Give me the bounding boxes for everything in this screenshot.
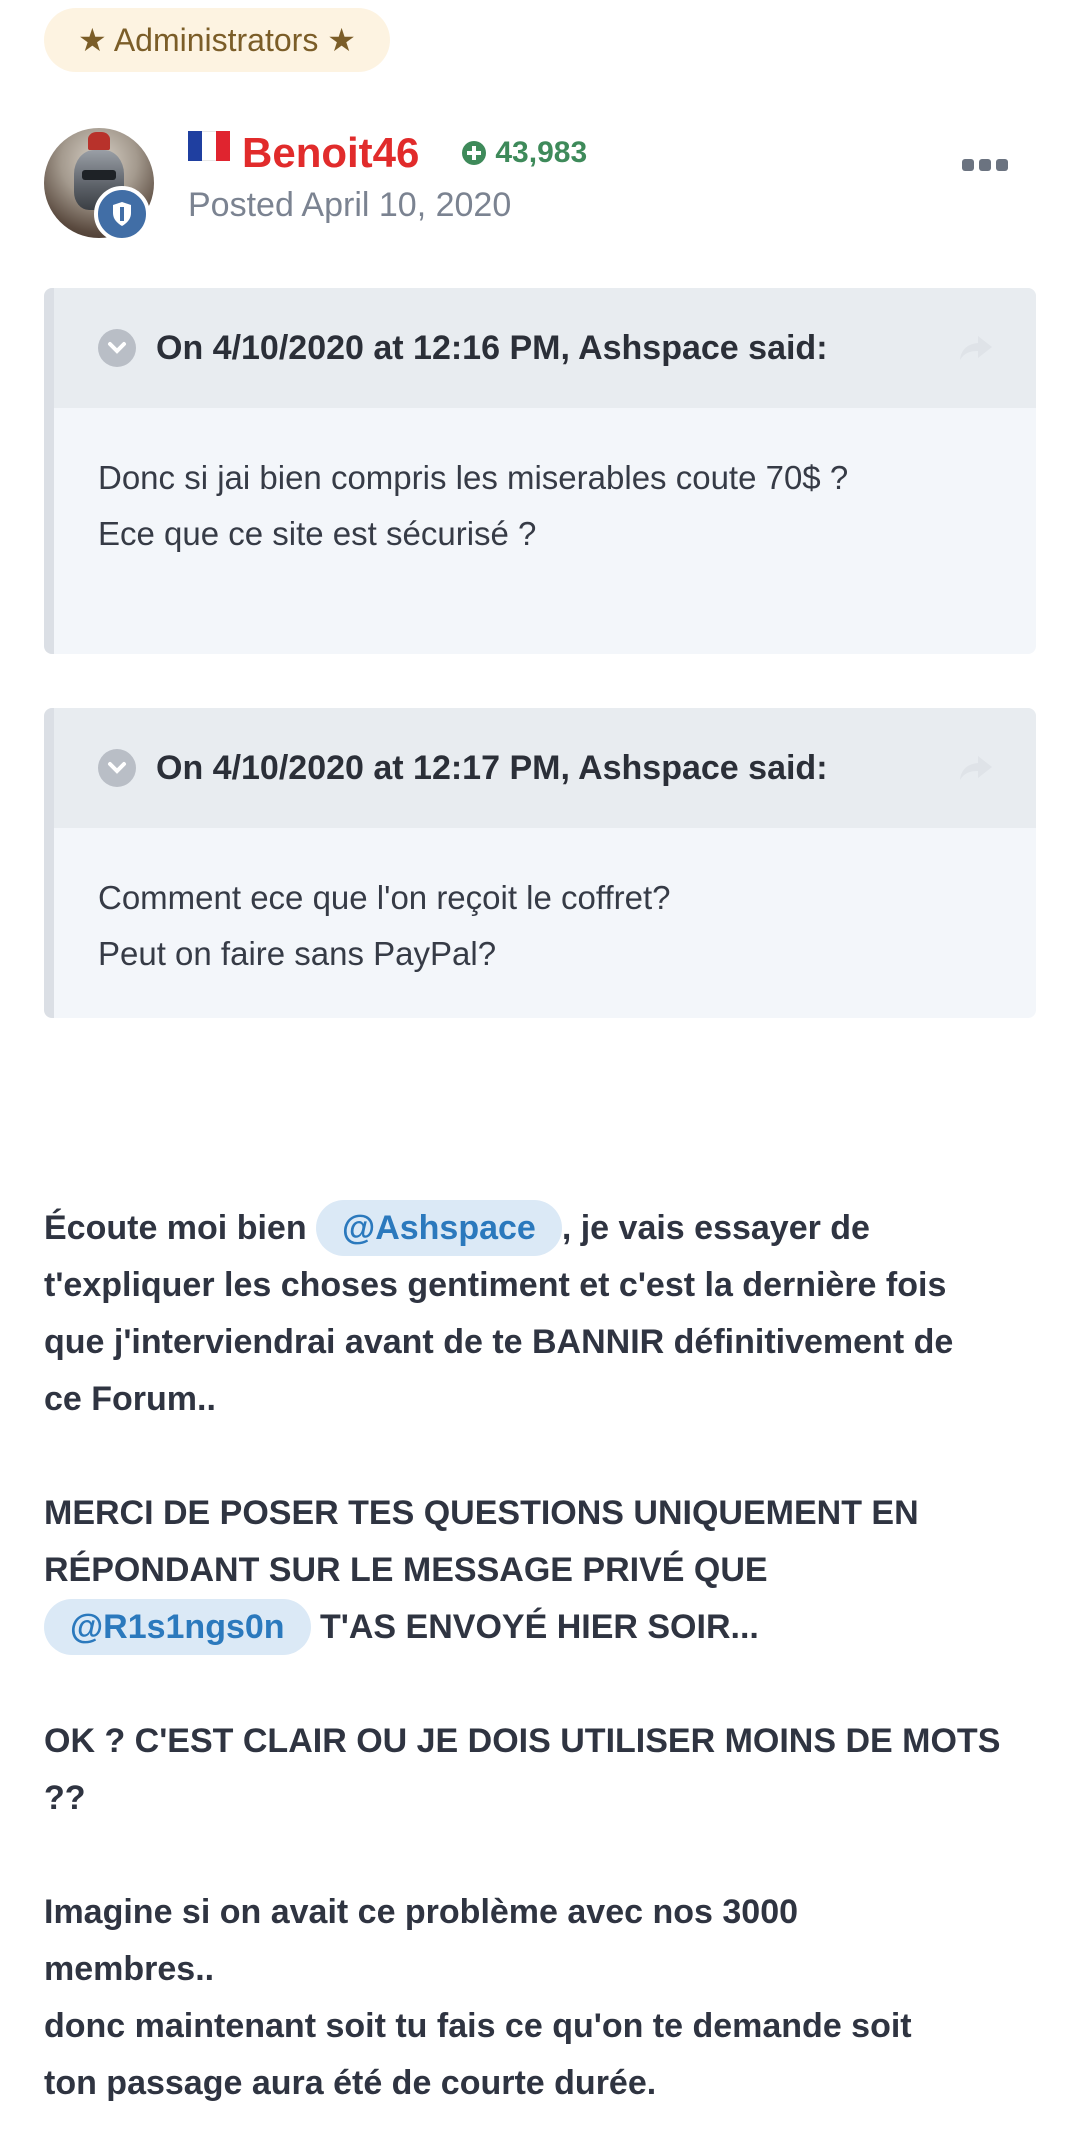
text-line: Imagine si on avait ce problème avec nos… — [44, 1893, 799, 1931]
quote-block: On 4/10/2020 at 12:16 PM, Ashspace said:… — [44, 288, 1036, 654]
quote-header: On 4/10/2020 at 12:16 PM, Ashspace said: — [54, 288, 1036, 408]
reputation-count: 43,983 — [495, 136, 588, 169]
text: T'AS ENVOYÉ HIER SOIR... — [310, 1608, 759, 1646]
mention-link[interactable]: @Ashspace — [316, 1200, 562, 1256]
author-name-line: Benoit46 43,983 — [188, 128, 587, 178]
quote-citation: On 4/10/2020 at 12:17 PM, Ashspace said: — [156, 748, 828, 787]
share-arrow-icon[interactable] — [958, 330, 994, 366]
text: Écoute moi bien — [44, 1209, 317, 1247]
chevron-down-icon[interactable] — [98, 329, 136, 367]
post-date[interactable]: Posted April 10, 2020 — [188, 186, 511, 225]
author-username[interactable]: Benoit46 — [242, 129, 419, 177]
quote-citation: On 4/10/2020 at 12:16 PM, Ashspace said: — [156, 328, 828, 367]
avatar-art — [88, 132, 110, 150]
quote-line: Peut on faire sans PayPal? — [98, 935, 497, 972]
quote-block: On 4/10/2020 at 12:17 PM, Ashspace said:… — [44, 708, 1036, 1018]
quote-body: Donc si jai bien compris les miserables … — [54, 408, 1036, 562]
text-line: ton passage aura été de courte durée. — [44, 2064, 657, 2102]
text-line: que j'interviendrai avant de te BANNIR d… — [44, 1323, 954, 1361]
reputation-badge[interactable]: 43,983 — [461, 136, 587, 170]
quote-line: Donc si jai bien compris les miserables … — [98, 459, 849, 496]
share-arrow-icon[interactable] — [958, 750, 994, 786]
mention-link[interactable]: @R1s1ngs0n — [44, 1599, 311, 1655]
text-line: ce Forum.. — [44, 1380, 216, 1418]
avatar[interactable] — [44, 128, 154, 242]
paragraph: Imagine si on avait ce problème avec nos… — [44, 1884, 1036, 2112]
group-badge: ★ Administrators ★ — [44, 8, 390, 72]
text-line: membres.. — [44, 1950, 215, 1988]
paragraph: Écoute moi bien @Ashspace, je vais essay… — [44, 1200, 1036, 1428]
more-options-icon[interactable] — [962, 156, 1008, 174]
text-line: t'expliquer les choses gentiment et c'es… — [44, 1266, 947, 1304]
plus-circle-icon — [462, 141, 487, 165]
chevron-down-icon[interactable] — [98, 749, 136, 787]
quote-line: Comment ece que l'on reçoit le coffret? — [98, 879, 671, 916]
quote-header: On 4/10/2020 at 12:17 PM, Ashspace said: — [54, 708, 1036, 828]
text-line: OK ? C'EST CLAIR OU JE DOIS UTILISER MOI… — [44, 1722, 1001, 1760]
quote-body: Comment ece que l'on reçoit le coffret? … — [54, 828, 1036, 982]
forum-post: ★ Administrators ★ Benoit46 43,983 Poste… — [0, 0, 1080, 2135]
post-body: Écoute moi bien @Ashspace, je vais essay… — [44, 1200, 1036, 2112]
text-line: RÉPONDANT SUR LE MESSAGE PRIVÉ QUE — [44, 1551, 768, 1589]
author-header: Benoit46 43,983 Posted April 10, 2020 — [44, 128, 1036, 248]
paragraph: OK ? C'EST CLAIR OU JE DOIS UTILISER MOI… — [44, 1713, 1036, 1827]
text-line: ?? — [44, 1779, 86, 1817]
quote-line: Ece que ce site est sécurisé ? — [98, 515, 537, 552]
paragraph: MERCI DE POSER TES QUESTIONS UNIQUEMENT … — [44, 1485, 1036, 1656]
france-flag-icon — [188, 131, 230, 161]
moderator-shield-icon — [94, 186, 150, 242]
text-line: MERCI DE POSER TES QUESTIONS UNIQUEMENT … — [44, 1494, 919, 1532]
text: , je vais essayer de — [561, 1209, 870, 1247]
avatar-art — [82, 170, 116, 180]
text-line: donc maintenant soit tu fais ce qu'on te… — [44, 2007, 912, 2045]
